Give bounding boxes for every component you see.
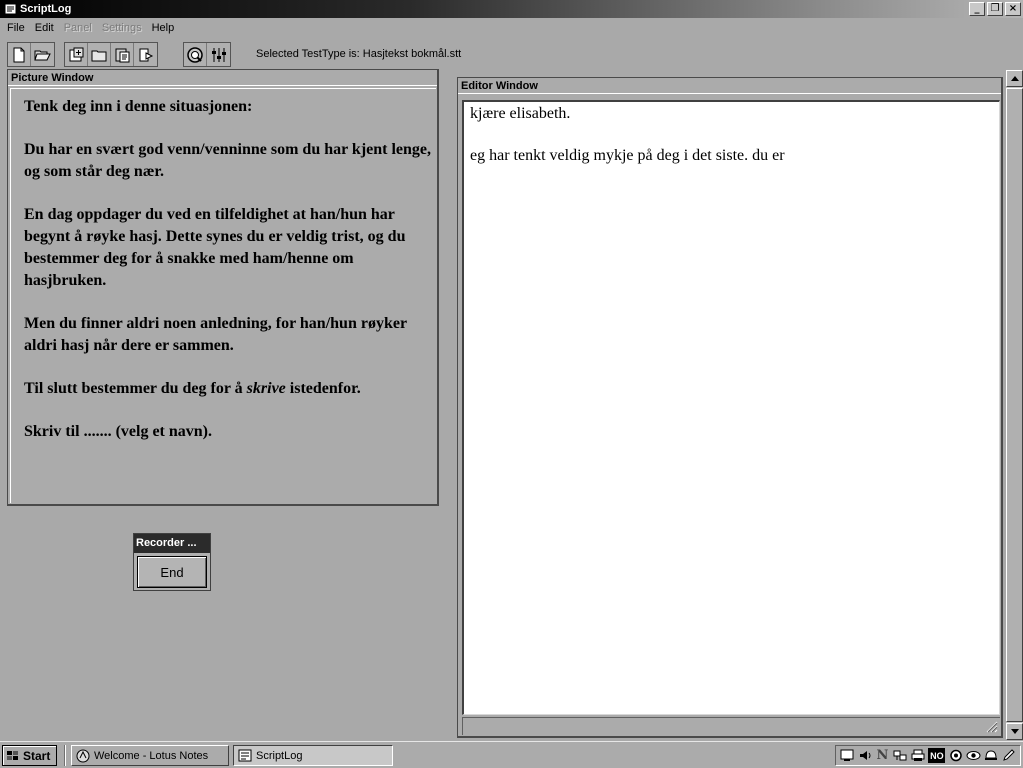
folder-icon[interactable] (88, 43, 111, 66)
no-icon[interactable]: NO (928, 748, 946, 763)
recorder-title[interactable]: Recorder ... (134, 534, 210, 553)
network-icon[interactable] (893, 748, 908, 763)
paste-icon[interactable] (111, 43, 134, 66)
prompt-paragraph: Skriv til ....... (velg et navn). (24, 423, 212, 440)
editor-status-bar (462, 717, 1000, 735)
picture-window: Picture Window Tenk deg inn i denne situ… (7, 69, 439, 506)
pencil-icon[interactable] (1002, 748, 1017, 763)
system-tray: N NO (835, 745, 1021, 766)
vertical-scrollbar[interactable] (1006, 70, 1023, 740)
scroll-thumb[interactable] (1006, 88, 1023, 722)
speaker-icon[interactable] (857, 748, 872, 763)
playback-toolbar-group (183, 42, 231, 67)
panel-toolbar-group (64, 42, 158, 67)
editor-line: eg har tenkt veldig mykje på deg i det s… (470, 147, 785, 164)
editor-window: Editor Window kjære elisabeth. eg har te… (457, 77, 1003, 738)
menu-edit[interactable]: Edit (30, 22, 59, 34)
prompt-paragraph: Du har en svært god venn/venninne som du… (24, 141, 432, 180)
scroll-down-button[interactable] (1006, 723, 1023, 740)
arrow-up-icon (1010, 76, 1019, 81)
title-bar[interactable]: ScriptLog _ ❐ × (0, 0, 1023, 18)
helmet-icon[interactable] (984, 748, 999, 763)
taskbar-item-label: Welcome - Lotus Notes (94, 749, 209, 762)
add-picture-icon[interactable] (65, 43, 88, 66)
playback-icon[interactable] (184, 43, 207, 66)
arrow-down-icon (1010, 729, 1019, 734)
windows-logo-icon (7, 750, 18, 760)
open-folder-icon[interactable] (31, 43, 54, 66)
prompt-emphasis: skrive (246, 380, 286, 397)
eye-icon[interactable] (966, 748, 981, 763)
new-file-icon[interactable] (8, 43, 31, 66)
menu-bar: File Edit Panel Settings Help (0, 19, 179, 37)
scroll-up-button[interactable] (1006, 70, 1023, 87)
minimize-button[interactable]: _ (969, 2, 985, 16)
picture-window-title: Picture Window (8, 70, 437, 86)
taskbar: Start Welcome - Lotus Notes ScriptLog N … (0, 741, 1023, 768)
scriptlog-app-icon (3, 3, 17, 16)
menu-help[interactable]: Help (147, 22, 180, 34)
file-toolbar-group (7, 42, 55, 67)
replay-icon[interactable] (134, 43, 157, 66)
prompt-paragraph: Til slutt bestemmer du deg for å skrive … (24, 378, 436, 400)
scriptlog-icon (238, 749, 252, 762)
editor-line: kjære elisabeth. (470, 105, 571, 122)
start-label: Start (23, 748, 51, 763)
taskbar-item-label: ScriptLog (256, 749, 303, 762)
menu-settings: Settings (101, 22, 142, 34)
editor-blank-line (470, 124, 993, 145)
prompt-heading: Tenk deg inn i denne situasjonen: (24, 98, 253, 115)
end-button[interactable]: End (137, 556, 207, 588)
start-button[interactable]: Start (2, 745, 57, 766)
menu-file[interactable]: File (2, 22, 30, 34)
equalizer-icon[interactable] (207, 43, 230, 66)
picture-window-text: Tenk deg inn i denne situasjonen: Du har… (24, 96, 436, 464)
prompt-paragraph: Men du finner aldri noen anledning, for … (24, 315, 407, 354)
prompt-text: istedenfor. (285, 380, 361, 397)
settings-icon[interactable] (948, 748, 963, 763)
editor-text-area[interactable]: kjære elisabeth. eg har tenkt veldig myk… (462, 100, 1000, 715)
display-icon[interactable] (839, 748, 854, 763)
close-button[interactable]: × (1005, 2, 1021, 16)
recorder-window: Recorder ... End (133, 533, 211, 591)
selected-testtype-label: Selected TestType is: Hasjtekst bokmål.s… (256, 48, 462, 60)
taskbar-item-scriptlog[interactable]: ScriptLog (233, 745, 393, 766)
menu-panel: Panel (63, 22, 92, 34)
window-title: ScriptLog (20, 3, 72, 15)
toolbar: Selected TestType is: Hasjtekst bokmål.s… (0, 40, 1023, 68)
prompt-paragraph: En dag oppdager du ved en tilfeldighet a… (24, 206, 406, 289)
print-icon[interactable] (911, 748, 926, 763)
taskbar-separator (64, 745, 66, 766)
maximize-button[interactable]: ❐ (987, 2, 1003, 16)
n-icon[interactable]: N (875, 748, 890, 763)
lotus-notes-icon (76, 749, 90, 762)
prompt-text: Til slutt bestemmer du deg for å (24, 380, 247, 397)
editor-window-title: Editor Window (458, 78, 1001, 94)
taskbar-item-lotus-notes[interactable]: Welcome - Lotus Notes (71, 745, 229, 766)
resize-grip-icon[interactable] (986, 721, 998, 733)
